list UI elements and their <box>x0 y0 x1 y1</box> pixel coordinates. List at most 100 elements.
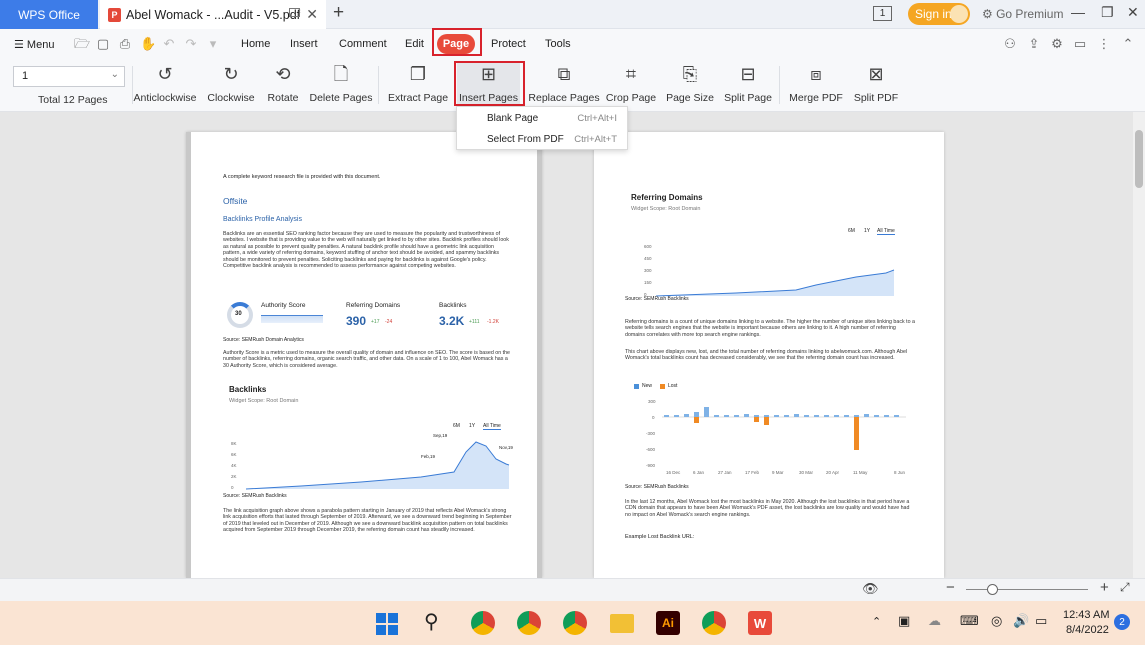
authority-label: Authority Score <box>261 302 306 309</box>
chrome-icon[interactable] <box>702 611 726 635</box>
window-icon[interactable] <box>289 8 300 17</box>
source-label: Source: SEMRush Backlinks <box>223 493 287 499</box>
divider <box>779 66 780 104</box>
chrome-icon[interactable] <box>471 611 495 635</box>
select-from-pdf-item[interactable]: Select From PDF Ctrl+Alt+T <box>457 129 629 150</box>
button-label: Rotate <box>267 92 299 104</box>
clock-date[interactable]: 8/4/2022 <box>1066 624 1109 636</box>
notification-badge[interactable]: 2 <box>1114 614 1130 630</box>
extract-page-button[interactable]: ❐ Extract Page <box>388 63 448 108</box>
split-page-button[interactable]: ⊟ Split Page <box>724 63 772 108</box>
source-label: Source: SEMRush Backlinks <box>625 296 689 302</box>
new-bars <box>664 407 899 417</box>
range-1y[interactable]: 1Y <box>469 423 475 429</box>
chevron-up-icon[interactable]: ⌃ <box>872 615 881 628</box>
chrome-icon[interactable] <box>563 611 587 635</box>
document-area[interactable]: A complete keyword research file is prov… <box>0 112 1145 578</box>
clockwise-button[interactable]: ↻ Clockwise <box>206 63 256 108</box>
collapse-icon[interactable]: ⌃ <box>1121 37 1135 51</box>
range-6m[interactable]: 6M <box>848 228 855 234</box>
comment-icon[interactable]: ▭ <box>1073 37 1087 51</box>
undo-icon[interactable]: ↶ <box>162 37 176 51</box>
file-explorer-icon[interactable] <box>610 614 634 633</box>
y-tick: 150 <box>644 280 652 285</box>
delete-pages-button[interactable]: 🗋 Delete Pages <box>309 63 372 108</box>
split-pdf-button[interactable]: ⊠ Split PDF <box>854 63 898 108</box>
menu-label: Menu <box>26 39 55 51</box>
page-number-input[interactable]: 1 ⌄ <box>13 66 125 87</box>
page-left[interactable]: A complete keyword research file is prov… <box>186 132 542 578</box>
zoom-slider[interactable] <box>966 589 1088 590</box>
go-premium-button[interactable]: ⚙ Go Premium <box>982 7 1063 21</box>
page-count-badge[interactable]: 1 <box>873 6 892 21</box>
search-icon[interactable]: ⚲ <box>424 609 439 634</box>
tab-document[interactable]: P Abel Womack - ...Audit - V5.pdf ✕ <box>100 0 326 29</box>
upload-icon[interactable]: ⇪ <box>1027 37 1041 51</box>
zoom-out-button[interactable]: − <box>946 579 955 596</box>
tab-protect[interactable]: Protect <box>491 38 526 50</box>
chevron-down-icon[interactable]: ⌄ <box>111 69 119 80</box>
authority-value: 30 <box>235 311 242 317</box>
tab-insert[interactable]: Insert <box>290 38 318 50</box>
dropdown-icon[interactable]: ▾ <box>206 37 220 51</box>
zoom-slider-handle[interactable] <box>987 584 998 595</box>
range-all-time[interactable]: All Time <box>483 423 501 430</box>
menu-button[interactable]: ☰ Menu <box>14 38 54 51</box>
eye-protection-icon[interactable]: 👁 <box>862 581 879 597</box>
scroll-thumb[interactable] <box>1135 130 1143 188</box>
clock-time[interactable]: 12:43 AM <box>1063 609 1109 621</box>
backlinks-value: 3.2K <box>439 314 465 328</box>
more-icon[interactable]: ⋮ <box>1097 37 1111 51</box>
y-tick: -300 <box>646 431 656 436</box>
rotate-button[interactable]: ⟲ Rotate <box>264 63 302 108</box>
x-tick: 20 Apr <box>826 470 840 475</box>
battery-icon[interactable]: ▭ <box>1035 613 1047 629</box>
save-icon[interactable]: ▢ <box>96 37 110 51</box>
range-6m[interactable]: 6M <box>453 423 460 429</box>
range-1y[interactable]: 1Y <box>864 228 870 234</box>
share-user-icon[interactable]: ⚇ <box>1003 37 1017 51</box>
tab-comment[interactable]: Comment <box>339 38 387 50</box>
paragraph: Backlinks are an essential SEO ranking f… <box>223 231 509 270</box>
page-size-button[interactable]: ⎘ Page Size <box>666 63 714 108</box>
keyboard-icon[interactable]: ⌨ <box>960 613 979 629</box>
backlinks-chart-title: Backlinks <box>229 385 267 394</box>
volume-icon[interactable]: 🔊 <box>1013 613 1029 629</box>
backlinks-chart <box>245 441 510 490</box>
tab-wps-office[interactable]: WPS Office <box>0 0 98 29</box>
crop-page-button[interactable]: ⌗ Crop Page <box>606 63 656 108</box>
device-icon[interactable]: ▣ <box>898 613 910 629</box>
replace-pages-button[interactable]: ⧉ Replace Pages <box>528 63 599 108</box>
close-window-button[interactable]: ✕ <box>1127 4 1139 21</box>
sign-in-button[interactable]: Sign in <box>908 3 970 25</box>
redo-icon[interactable]: ↷ <box>184 37 198 51</box>
range-all-time[interactable]: All Time <box>877 228 895 235</box>
print-icon[interactable]: ⎙ <box>118 37 132 51</box>
minimize-button[interactable]: — <box>1071 4 1085 20</box>
page-right[interactable]: Referring Domains Widget Scope: Root Dom… <box>594 132 944 578</box>
network-icon[interactable]: ◎ <box>991 613 1002 629</box>
windows-start-icon[interactable] <box>376 613 398 635</box>
anticlockwise-button[interactable]: ↺ Anticlockwise <box>133 63 196 108</box>
maximize-button[interactable]: ❐ <box>1101 4 1114 21</box>
tab-tools[interactable]: Tools <box>545 38 571 50</box>
new-tab-button[interactable]: + <box>333 2 344 24</box>
tab-edit[interactable]: Edit <box>405 38 424 50</box>
hand-icon[interactable]: ✋ <box>140 37 156 51</box>
wps-icon[interactable]: W <box>748 611 772 635</box>
close-tab-icon[interactable]: ✕ <box>306 6 318 23</box>
rotate-page-icon: ⟲ <box>275 64 291 84</box>
insert-pages-dropdown: Blank Page Ctrl+Alt+I Select From PDF Ct… <box>456 106 628 150</box>
x-tick: 17 Feb <box>745 470 760 475</box>
chrome-icon[interactable] <box>517 611 541 635</box>
tab-home[interactable]: Home <box>241 38 270 50</box>
blank-page-item[interactable]: Blank Page Ctrl+Alt+I <box>457 108 629 129</box>
notification-count: 2 <box>1119 616 1125 628</box>
zoom-in-button[interactable]: + <box>1100 579 1109 596</box>
settings-icon[interactable]: ⚙ <box>1050 37 1064 51</box>
illustrator-icon[interactable]: Ai <box>656 611 680 635</box>
cloud-icon[interactable]: ☁ <box>928 613 941 629</box>
fullscreen-icon[interactable]: ⤢ <box>1120 580 1130 595</box>
open-folder-icon[interactable]: 🗁 <box>74 37 90 51</box>
merge-pdf-button[interactable]: ⧈ Merge PDF <box>789 63 843 108</box>
